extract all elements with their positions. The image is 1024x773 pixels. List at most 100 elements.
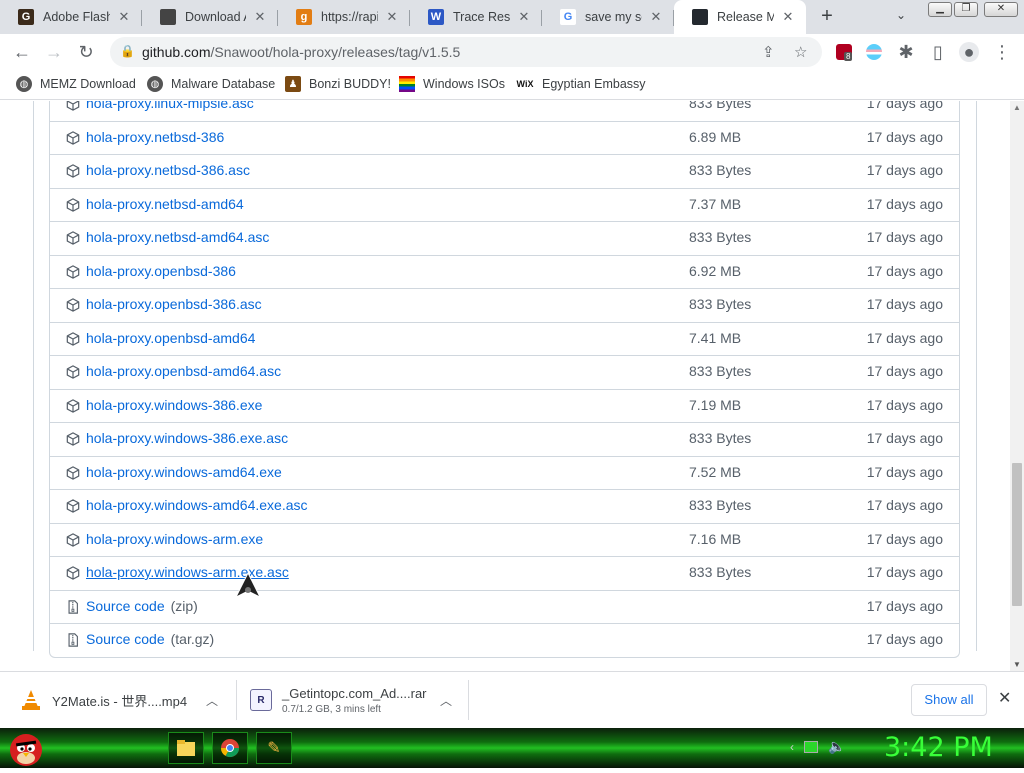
bookmark-malware-database[interactable]: ◍ Malware Database: [147, 76, 275, 92]
asset-name: hola-proxy.linux-mipsle.asc: [86, 101, 254, 111]
taskbar-paint-icon[interactable]: ✎: [256, 732, 292, 764]
back-arrow-icon[interactable]: ←: [12, 42, 32, 62]
menu-kebab-icon[interactable]: ⋮: [992, 42, 1012, 62]
asset-name: Source code: [86, 597, 165, 614]
asset-size: 833 Bytes: [689, 564, 752, 580]
scroll-down-arrow-icon[interactable]: ▼: [1013, 660, 1021, 669]
bookmark-memz-download[interactable]: ◍ MEMZ Download: [16, 76, 136, 92]
asset-size: 833 Bytes: [689, 430, 752, 446]
asset-name: hola-proxy.windows-arm.exe: [86, 530, 264, 547]
tab-1[interactable]: Download Ac ✕: [142, 0, 278, 34]
asset-date: 17 days ago: [866, 497, 943, 513]
asset-link[interactable]: Source code (zip): [86, 598, 198, 614]
scrollbar-thumb[interactable]: [1012, 463, 1022, 606]
bookmark-egyptian-embassy[interactable]: WiX Egyptian Embassy: [516, 76, 646, 92]
reload-icon[interactable]: ↻: [76, 42, 96, 62]
forward-arrow-icon[interactable]: →: [44, 42, 64, 62]
download-filename: _Getintopc.com_Ad....rar: [282, 685, 427, 701]
package-icon: [66, 465, 80, 480]
scroll-up-arrow-icon[interactable]: ▲: [1013, 103, 1021, 112]
taskbar-file-explorer-icon[interactable]: [168, 732, 204, 764]
asset-name: hola-proxy.openbsd-386.asc: [86, 296, 262, 312]
asset-size: 833 Bytes: [689, 101, 752, 111]
close-tab-icon[interactable]: ✕: [648, 9, 664, 25]
download-item-y2mate[interactable]: Y2Mate.is - 世界....mp4 ︿: [20, 680, 230, 720]
assets-list: hola-proxy.linux-mipsle.asc 833 Bytes 17 d…: [49, 101, 960, 658]
asset-link[interactable]: Source code (tar.gz): [86, 631, 214, 647]
asset-date: 17 days ago: [866, 396, 943, 413]
minimize-button[interactable]: ▁: [928, 2, 952, 17]
asset-link[interactable]: hola-proxy.openbsd-386.asc: [86, 296, 262, 312]
asset-link[interactable]: hola-proxy.windows-amd64.exe.asc: [86, 497, 308, 513]
download-status: 0.7/1.2 GB, 3 mins left: [282, 703, 381, 715]
tab-5[interactable]: Release Mai ✕: [674, 0, 806, 34]
asset-date: 17 days ago: [866, 463, 943, 480]
tray-arrow-icon[interactable]: ‹: [790, 740, 794, 754]
tab-favicon-icon: G: [560, 9, 576, 25]
chevron-up-icon[interactable]: ︿: [440, 692, 452, 709]
side-panel-icon[interactable]: ▯: [928, 42, 948, 62]
bookmark-star-icon[interactable]: ☆: [794, 43, 807, 61]
download-filename: Y2Mate.is - 世界....mp4: [52, 693, 188, 709]
asset-row: hola-proxy.netbsd-386 6.89 MB 17 days ago: [50, 120, 959, 155]
share-icon[interactable]: ⇪: [762, 43, 775, 61]
page-scrollbar[interactable]: ▲ ▼: [1010, 101, 1024, 671]
address-bar[interactable]: 🔒 github.com/Snawoot/hola-proxy/releases…: [110, 37, 822, 67]
taskbar-clock[interactable]: 3:42 PM: [884, 732, 993, 763]
maximize-button[interactable]: ❐: [954, 2, 978, 17]
profile-avatar-icon[interactable]: ●: [959, 42, 979, 62]
asset-date: 17 days ago: [866, 101, 943, 111]
taskbar-chrome-icon[interactable]: [212, 732, 248, 764]
tab-2[interactable]: g https://rapid ✕: [278, 0, 410, 34]
close-tab-icon[interactable]: ✕: [384, 9, 400, 25]
asset-row: Source code (zip) 17 days ago: [50, 589, 959, 624]
close-download-shelf-icon[interactable]: ✕: [998, 688, 1011, 708]
close-tab-icon[interactable]: ✕: [252, 9, 268, 25]
asset-link[interactable]: hola-proxy.openbsd-386: [86, 263, 236, 279]
extension-icon[interactable]: [866, 44, 882, 60]
volume-icon[interactable]: 🔈: [828, 738, 845, 755]
asset-name: hola-proxy.netbsd-amd64: [86, 195, 244, 212]
new-tab-button[interactable]: +: [816, 5, 838, 29]
bookmark-windows-isos[interactable]: Windows ISOs: [399, 76, 505, 92]
asset-link[interactable]: hola-proxy.windows-386.exe.asc: [86, 430, 288, 446]
asset-link[interactable]: hola-proxy.windows-amd64.exe: [86, 464, 282, 480]
tab-0[interactable]: G Adobe Flash ✕: [0, 0, 142, 34]
network-icon[interactable]: [804, 740, 818, 753]
close-tab-icon[interactable]: ✕: [116, 9, 132, 25]
asset-link[interactable]: hola-proxy.netbsd-amd64.asc: [86, 229, 269, 245]
asset-link[interactable]: hola-proxy.windows-arm.exe: [86, 531, 263, 547]
tab-search-button[interactable]: ⌄: [896, 8, 906, 22]
asset-link[interactable]: hola-proxy.windows-386.exe: [86, 397, 262, 413]
page-content: hola-proxy.linux-mipsle.asc 833 Bytes 17 d…: [0, 101, 1010, 671]
asset-link[interactable]: hola-proxy.linux-mipsle.asc: [86, 101, 254, 111]
bookmark-bonzi-buddy[interactable]: ♟ Bonzi BUDDY!: [285, 76, 391, 92]
ublock-extension-icon[interactable]: 8: [836, 44, 853, 61]
close-tab-icon[interactable]: ✕: [780, 9, 796, 25]
chevron-up-icon[interactable]: ︿: [206, 692, 218, 709]
start-button-angry-bird-icon[interactable]: [6, 728, 46, 768]
asset-row: Source code (tar.gz) 17 days ago: [50, 623, 959, 657]
asset-link[interactable]: hola-proxy.openbsd-amd64: [86, 330, 255, 346]
package-icon: [66, 398, 80, 413]
download-item-getintopc[interactable]: R _Getintopc.com_Ad....rar 0.7/1.2 GB, 3…: [250, 680, 462, 720]
tab-4[interactable]: Gsave my sod ✕: [542, 0, 674, 34]
asset-link[interactable]: hola-proxy.netbsd-386.asc: [86, 162, 250, 178]
asset-link[interactable]: hola-proxy.netbsd-386: [86, 129, 224, 145]
package-icon: [66, 298, 80, 312]
tab-title: Adobe Flash: [43, 10, 110, 24]
show-all-downloads-button[interactable]: Show all: [911, 684, 987, 716]
puzzle-extensions-icon[interactable]: ✱: [896, 42, 916, 62]
asset-link[interactable]: hola-proxy.netbsd-amd64: [86, 196, 244, 212]
close-tab-icon[interactable]: ✕: [516, 9, 532, 25]
url-text[interactable]: github.com/Snawoot/hola-proxy/releases/t…: [142, 44, 460, 60]
close-window-button[interactable]: ✕: [984, 2, 1018, 17]
vlc-cone-icon: [20, 689, 42, 711]
asset-size: 6.92 MB: [689, 262, 742, 279]
lock-icon[interactable]: 🔒: [120, 44, 135, 58]
tab-3[interactable]: W Trace Results ✕: [410, 0, 542, 34]
asset-name: hola-proxy.windows-amd64.exe.asc: [86, 497, 308, 513]
asset-link[interactable]: hola-proxy.openbsd-amd64.asc: [86, 363, 281, 379]
wix-icon: WiX: [516, 79, 534, 89]
asset-date: 17 days ago: [866, 363, 943, 379]
